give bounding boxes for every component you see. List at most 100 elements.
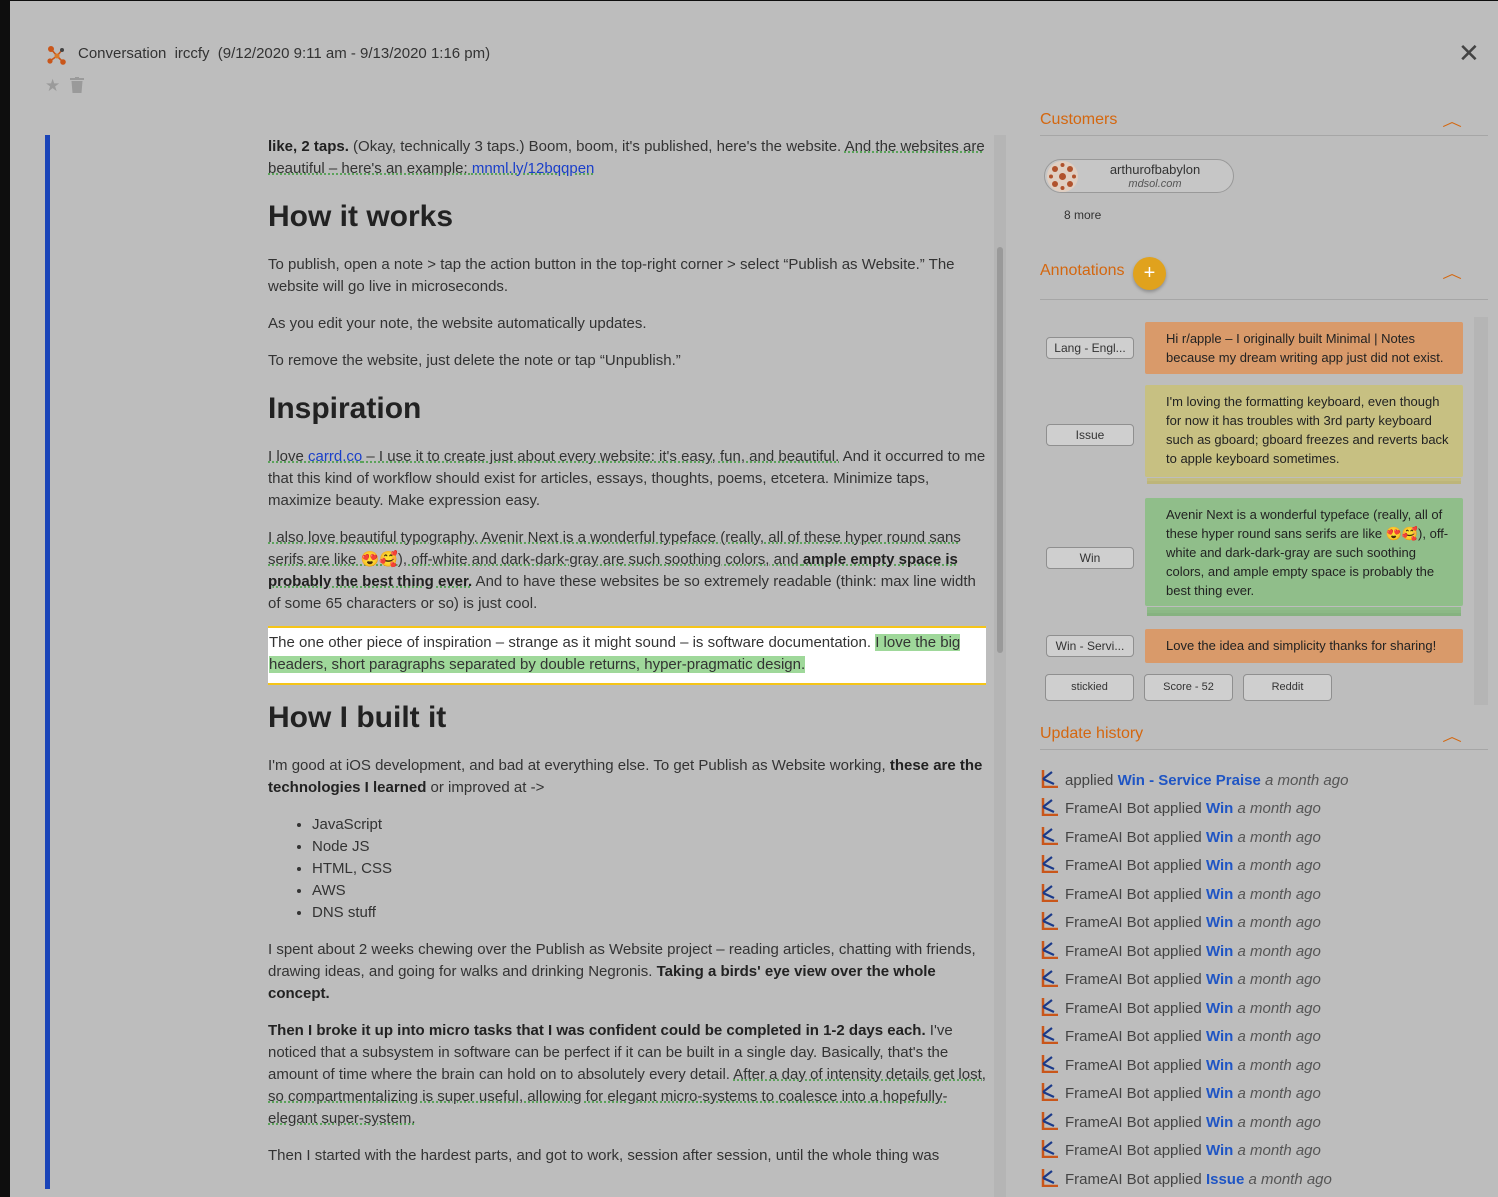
history-actor: FrameAI Bot bbox=[1065, 1028, 1150, 1045]
history-verb: applied bbox=[1153, 1085, 1202, 1102]
paragraph: I spent about 2 weeks chewing over the P… bbox=[268, 939, 986, 1005]
history-tag[interactable]: Win bbox=[1206, 886, 1233, 903]
list-item: Node JS bbox=[312, 836, 986, 858]
frameai-bot-icon bbox=[1041, 1026, 1058, 1044]
annotation-tag[interactable]: Win bbox=[1046, 547, 1134, 569]
history-actor: FrameAI Bot bbox=[1065, 971, 1150, 988]
history-verb: applied bbox=[1153, 1170, 1202, 1188]
frameai-bot-icon bbox=[1041, 969, 1058, 987]
history-verb: applied bbox=[1153, 999, 1202, 1017]
stickied-chip[interactable]: stickied bbox=[1045, 674, 1134, 701]
history-time: a month ago bbox=[1248, 1170, 1332, 1188]
heading-how-i-built-it: How I built it bbox=[268, 701, 447, 734]
frameai-bot-icon bbox=[1041, 770, 1058, 788]
customer-domain: mdsol.com bbox=[1128, 178, 1182, 190]
annotation-note[interactable]: Hi r/apple – I originally built Minimal … bbox=[1145, 322, 1463, 374]
carrd-link[interactable]: carrd.co bbox=[308, 448, 362, 465]
history-tag[interactable]: Win bbox=[1206, 1000, 1233, 1017]
add-annotation-button[interactable]: + bbox=[1133, 257, 1166, 290]
frameai-bot-icon bbox=[1041, 997, 1058, 1016]
history-verb: applied bbox=[1065, 772, 1114, 789]
annotation-note[interactable]: Love the idea and simplicity thanks for … bbox=[1145, 629, 1463, 663]
update-history-title: Update history bbox=[1040, 725, 1144, 742]
history-row: FrameAI Bot applied Win a month ago bbox=[1040, 1025, 1480, 1045]
divider bbox=[1040, 135, 1488, 136]
history-tag[interactable]: Win bbox=[1206, 1028, 1233, 1045]
bold-text: Then I broke it up into micro tasks that… bbox=[268, 1022, 926, 1039]
conversation-title: Conversation irccfy (9/12/2020 9:11 am -… bbox=[78, 45, 494, 62]
annotation-tag[interactable]: Win - Servi... bbox=[1046, 635, 1134, 657]
history-verb: applied bbox=[1153, 942, 1202, 960]
history-row: FrameAI Bot applied Win a month ago bbox=[1040, 883, 1480, 903]
annotated-text[interactable]: I love carrd.co – I use it to create jus… bbox=[268, 448, 839, 465]
frameai-bot-icon bbox=[1041, 826, 1058, 845]
history-tag[interactable]: Win bbox=[1206, 1142, 1233, 1159]
history-tag[interactable]: Win bbox=[1206, 829, 1233, 846]
history-tag[interactable]: Win bbox=[1206, 857, 1233, 874]
annotation-note[interactable]: Avenir Next is a wonderful typeface (rea… bbox=[1145, 498, 1463, 606]
annotation-stack-edge bbox=[1147, 610, 1461, 613]
history-row: FrameAI Bot applied Win a month ago bbox=[1040, 968, 1480, 988]
document-scroll-thumb[interactable] bbox=[997, 247, 1003, 653]
history-actor: FrameAI Bot bbox=[1065, 857, 1150, 874]
close-icon[interactable]: ✕ bbox=[1458, 40, 1480, 66]
history-row: FrameAI Bot applied Win a month ago bbox=[1040, 1139, 1480, 1159]
trash-icon[interactable] bbox=[70, 77, 84, 93]
reddit-chip[interactable]: Reddit bbox=[1243, 674, 1332, 701]
paragraph: As you edit your note, the website autom… bbox=[268, 315, 647, 332]
more-customers-link[interactable]: 8 more bbox=[1064, 208, 1101, 222]
chevron-up-icon[interactable]: ︿ bbox=[1442, 111, 1462, 131]
history-tag[interactable]: Win bbox=[1206, 943, 1233, 960]
history-row: FrameAI Bot applied Win a month ago bbox=[1040, 997, 1480, 1017]
paragraph: I also love beautiful typography. Avenir… bbox=[268, 527, 986, 615]
chevron-up-icon[interactable]: ︿ bbox=[1442, 263, 1462, 283]
history-verb: applied bbox=[1153, 885, 1202, 903]
history-tag[interactable]: Win bbox=[1206, 1114, 1233, 1131]
history-tag[interactable]: Win bbox=[1206, 971, 1233, 988]
history-tag[interactable]: Win - Service Praise bbox=[1118, 772, 1261, 789]
history-time: a month ago bbox=[1265, 772, 1349, 789]
history-tag[interactable]: Win bbox=[1206, 1085, 1233, 1102]
annotation-tag[interactable]: Issue bbox=[1046, 424, 1134, 446]
annotation-note[interactable]: I'm loving the formatting keyboard, even… bbox=[1145, 385, 1463, 477]
history-row: applied Win - Service Praise a month ago bbox=[1040, 769, 1480, 789]
bold-text: like, 2 taps. bbox=[268, 138, 349, 155]
technology-list: JavaScript Node JS HTML, CSS AWS DNS stu… bbox=[312, 814, 986, 924]
history-actor: FrameAI Bot bbox=[1065, 828, 1150, 846]
paragraph: Then I broke it up into micro tasks that… bbox=[268, 1020, 986, 1130]
divider bbox=[1040, 299, 1488, 300]
annotations-scrollbar[interactable] bbox=[1474, 317, 1488, 705]
paragraph: To publish, open a note > tap the action… bbox=[268, 256, 955, 295]
history-actor: FrameAI Bot bbox=[1065, 1056, 1150, 1074]
history-actor: FrameAI Bot bbox=[1065, 999, 1150, 1017]
conversation-label: Conversation bbox=[78, 45, 167, 62]
history-actor: FrameAI Bot bbox=[1065, 1113, 1150, 1131]
annotation-stack-edge bbox=[1147, 607, 1461, 610]
customer-chip[interactable]: arthurofbabylon mdsol.com bbox=[1044, 159, 1234, 193]
focused-quote[interactable]: The one other piece of inspiration – str… bbox=[268, 626, 986, 685]
history-time: a month ago bbox=[1237, 828, 1321, 846]
history-actor: FrameAI Bot bbox=[1065, 914, 1150, 931]
history-actor: FrameAI Bot bbox=[1065, 1170, 1150, 1188]
history-tag[interactable]: Win bbox=[1206, 1057, 1233, 1074]
history-time: a month ago bbox=[1237, 999, 1321, 1017]
annotation-stack-edge bbox=[1147, 478, 1461, 481]
score-chip[interactable]: Score - 52 bbox=[1144, 674, 1233, 701]
example-link[interactable]: mnml.ly/12bqqpen bbox=[472, 160, 595, 177]
history-tag[interactable]: Issue bbox=[1206, 1171, 1244, 1188]
history-verb: applied bbox=[1153, 1028, 1202, 1045]
chevron-up-icon[interactable]: ︿ bbox=[1442, 726, 1462, 746]
history-tag[interactable]: Win bbox=[1206, 914, 1233, 931]
history-verb: applied bbox=[1153, 971, 1202, 988]
list-item: DNS stuff bbox=[312, 902, 986, 924]
star-icon[interactable]: ★ bbox=[45, 76, 60, 96]
heading-inspiration: Inspiration bbox=[268, 392, 422, 425]
frameai-bot-icon bbox=[1041, 940, 1058, 959]
history-tag[interactable]: Win bbox=[1206, 800, 1233, 817]
annotation-tag[interactable]: Lang - Engl... bbox=[1046, 337, 1134, 359]
history-row: FrameAI Bot applied Win a month ago bbox=[1040, 940, 1480, 960]
history-time: a month ago bbox=[1237, 942, 1321, 960]
frameai-bot-icon bbox=[1041, 912, 1058, 930]
history-actor: FrameAI Bot bbox=[1065, 942, 1150, 960]
history-verb: applied bbox=[1153, 828, 1202, 846]
